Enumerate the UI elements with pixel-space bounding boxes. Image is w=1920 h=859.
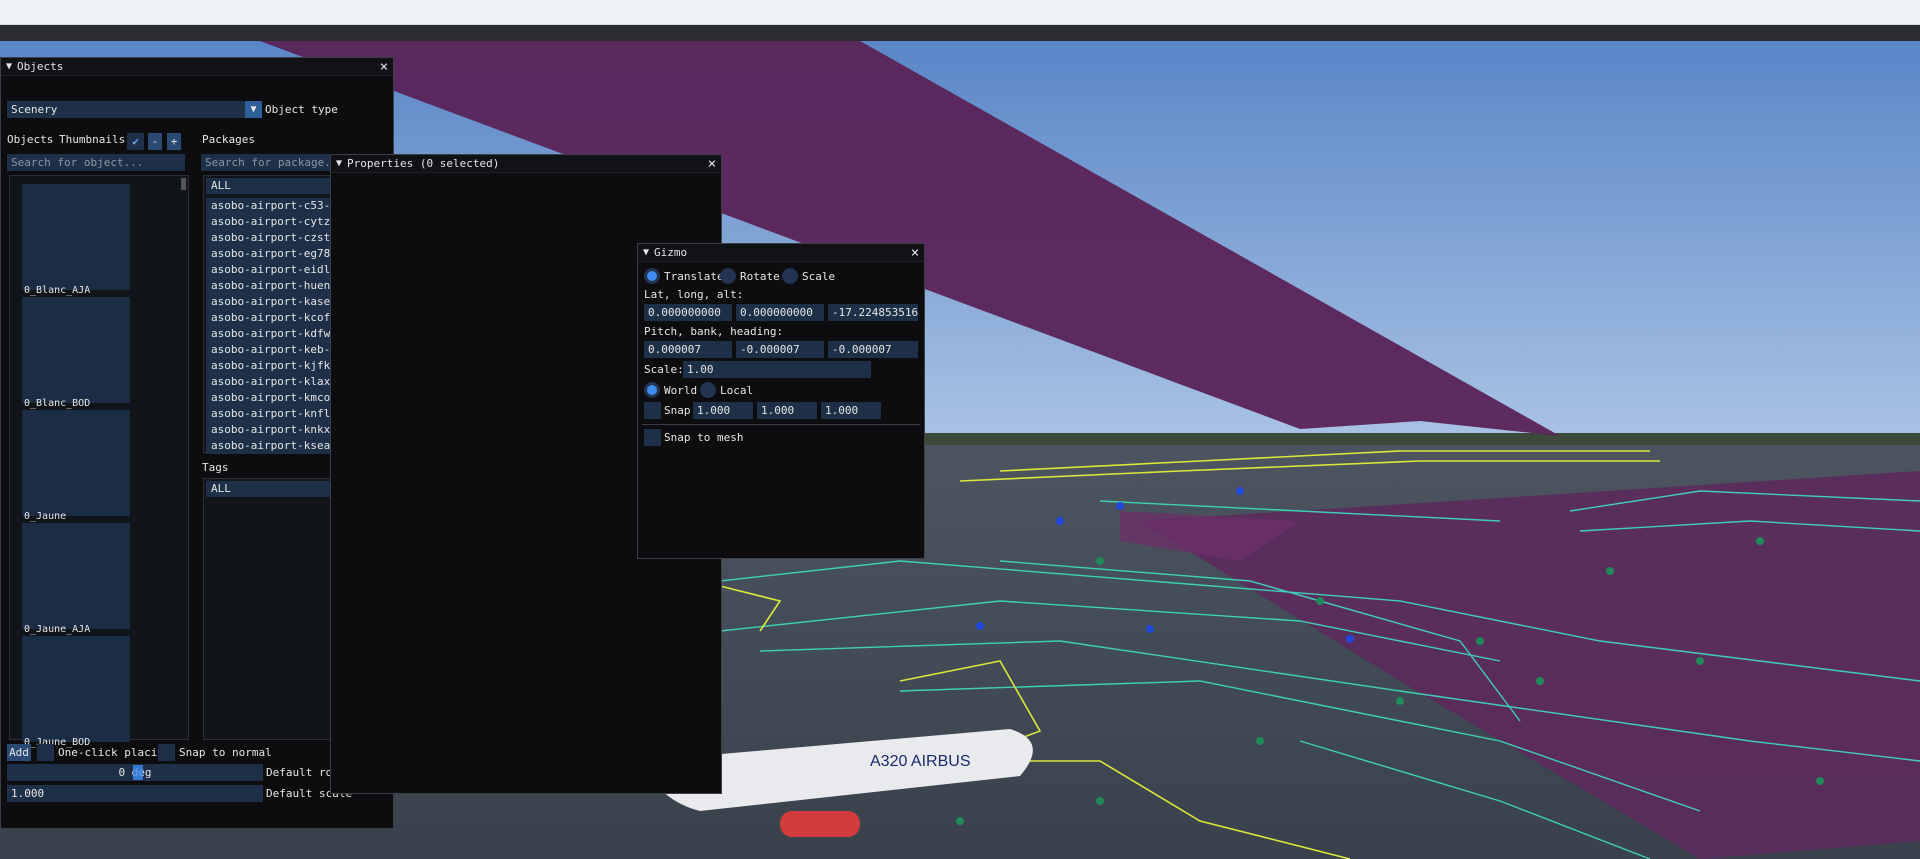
close-icon[interactable]: × — [703, 156, 721, 172]
object-list[interactable]: 0_Blanc_AJA 0_Blanc_BOD 0_Jaune 0_Jaune_… — [9, 175, 189, 748]
package-item[interactable]: asobo-airport-kase-asp — [206, 294, 330, 310]
world-radio[interactable] — [644, 382, 660, 398]
object-thumbnail[interactable]: 0_Jaune_BOD — [22, 636, 130, 748]
package-item[interactable]: asobo-airport-kjfk-new — [206, 358, 330, 374]
dropdown-arrow-icon[interactable]: ▼ — [245, 101, 262, 118]
treeline — [900, 433, 1920, 445]
package-item[interactable]: asobo-airport-czst-ste — [206, 230, 330, 246]
snap-to-mesh-checkbox[interactable] — [644, 429, 661, 446]
collapse-triangle-icon[interactable]: ▼ — [336, 158, 342, 169]
scale-mode-radio[interactable] — [782, 268, 798, 284]
snap-x-input[interactable]: 1.000 — [693, 402, 753, 419]
package-item[interactable]: asobo-airport-eg78-out — [206, 246, 330, 262]
collapse-triangle-icon[interactable]: ▼ — [6, 61, 12, 72]
objects-label: Objects — [7, 133, 54, 146]
object-thumbnail[interactable]: 0_Blanc_AJA — [22, 184, 130, 296]
package-item[interactable]: asobo-airport-huen-ent — [206, 278, 330, 294]
packages-label: Packages — [202, 133, 255, 146]
scale-mode-label: Scale — [802, 270, 836, 283]
object-type-select[interactable]: Scenery — [7, 101, 245, 118]
slider-grab[interactable] — [133, 765, 143, 780]
latitude-input[interactable]: 0.000000000 — [644, 304, 732, 321]
one-click-placing-checkbox[interactable] — [37, 744, 54, 761]
local-label: Local — [720, 384, 754, 397]
package-item[interactable]: asobo-airport-kmco-orl — [206, 390, 330, 406]
object-thumbnail[interactable]: 0_Jaune_AJA — [22, 523, 130, 635]
package-item[interactable]: asobo-airport-knfl-nas — [206, 406, 330, 422]
object-thumbnail-label: 0_Blanc_AJA — [24, 285, 91, 296]
divider — [642, 424, 920, 425]
snap-y-input[interactable]: 1.000 — [757, 402, 817, 419]
tag-list[interactable]: ALL — [203, 478, 333, 740]
object-thumbnail-label: 0_Jaune_AJA — [24, 624, 91, 635]
package-item[interactable]: asobo-airport-c53-lowe — [206, 198, 330, 214]
package-item[interactable]: asobo-airport-knkx-mir — [206, 422, 330, 438]
objects-title: Objects — [17, 60, 64, 73]
properties-title-bar[interactable]: ▼ Properties (0 selected) × — [331, 155, 721, 173]
package-item[interactable]: asobo-airport-klax-los — [206, 374, 330, 390]
latlong-label: Lat, long, alt: — [644, 288, 744, 301]
tag-item[interactable]: ALL — [206, 481, 330, 497]
default-rotation-slider[interactable]: 0 deg — [7, 764, 263, 781]
object-thumbnail[interactable]: 0_Blanc_BOD — [22, 297, 130, 409]
object-thumbnail-label: 0_Blanc_BOD — [24, 398, 91, 409]
collapse-triangle-icon[interactable]: ▼ — [643, 247, 649, 258]
package-item[interactable]: asobo-airport-eidl-don — [206, 262, 330, 278]
scrollbar[interactable] — [181, 178, 186, 190]
object-thumbnail[interactable]: 0_Jaune — [22, 410, 130, 522]
snap-z-input[interactable]: 1.000 — [821, 402, 881, 419]
snap-to-mesh-label: Snap to mesh — [664, 431, 744, 444]
altitude-input[interactable]: -17.224853516 — [828, 304, 918, 321]
snap-checkbox[interactable] — [644, 402, 661, 419]
search-package-input[interactable]: Search for package... — [201, 154, 331, 171]
package-item[interactable]: asobo-airport-cytz-bil — [206, 214, 330, 230]
translate-label: Translate — [664, 270, 724, 283]
search-object-input[interactable]: Search for object... — [7, 154, 185, 171]
pitch-input[interactable]: 0.000007 — [644, 341, 732, 358]
heading-input[interactable]: -0.000007 — [828, 341, 918, 358]
thumbnails-label: Thumbnails: — [59, 133, 132, 146]
translate-radio[interactable] — [644, 268, 660, 284]
rotate-label: Rotate — [740, 270, 780, 283]
package-item[interactable]: asobo-airport-kdfw-dal — [206, 326, 330, 342]
gizmo-title-bar[interactable]: ▼ Gizmo × — [638, 244, 924, 262]
snap-to-normal-label: Snap to normal — [179, 746, 272, 759]
rotate-radio[interactable] — [720, 268, 736, 284]
add-button[interactable]: Add — [7, 744, 31, 761]
app-menu-bar — [0, 25, 1920, 41]
world-label: World — [664, 384, 698, 397]
close-icon[interactable]: × — [906, 245, 924, 261]
properties-title: Properties (0 selected) — [347, 157, 500, 170]
package-item[interactable]: asobo-airport-kcof-pat — [206, 310, 330, 326]
package-item[interactable]: ALL — [206, 178, 330, 194]
aircraft-livery-text: A320 AIRBUS — [870, 753, 971, 770]
close-icon[interactable]: × — [375, 59, 393, 75]
gizmo-scale-label: Scale: — [644, 363, 684, 376]
default-scale-input[interactable]: 1.000 — [7, 785, 263, 802]
package-item[interactable]: asobo-airport-ksea-sea — [206, 438, 330, 454]
local-radio[interactable] — [700, 382, 716, 398]
longitude-input[interactable]: 0.000000000 — [736, 304, 824, 321]
pbh-label: Pitch, bank, heading: — [644, 325, 784, 338]
gizmo-window: ▼ Gizmo × Translate Rotate Scale Lat, lo… — [637, 243, 925, 559]
gizmo-title: Gizmo — [654, 246, 688, 259]
snap-to-normal-checkbox[interactable] — [158, 744, 175, 761]
gizmo-scale-input[interactable]: 1.00 — [683, 361, 871, 378]
package-list[interactable]: ALL asobo-airport-c53-lowe asobo-airport… — [203, 175, 333, 454]
thumbnails-checkbox[interactable]: ✔ — [127, 133, 144, 150]
object-thumbnail-label: 0_Jaune — [24, 511, 67, 522]
bank-input[interactable]: -0.000007 — [736, 341, 824, 358]
one-click-placing-label: One-click placing — [58, 746, 171, 759]
tags-label: Tags — [202, 461, 229, 474]
objects-title-bar[interactable]: ▼ Objects × — [1, 58, 393, 76]
object-type-label: Object type — [265, 103, 338, 116]
browser-top-bar — [0, 0, 1920, 25]
snap-label: Snap — [664, 404, 691, 417]
thumbnail-minus-button[interactable]: - — [148, 133, 162, 150]
thumbnail-plus-button[interactable]: + — [167, 133, 181, 150]
package-item[interactable]: asobo-airport-keb-nanw — [206, 342, 330, 358]
